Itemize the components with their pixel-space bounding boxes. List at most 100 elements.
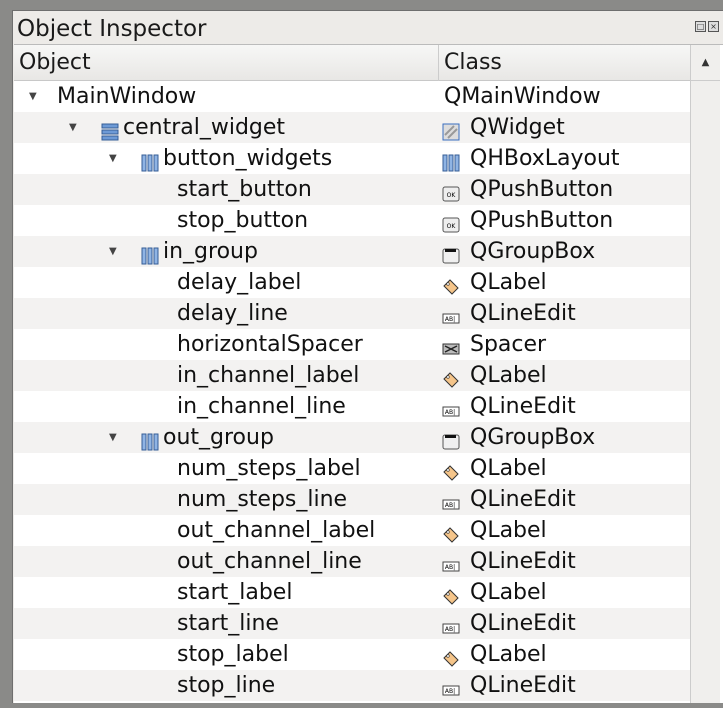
spacer-icon xyxy=(442,336,460,355)
object-tree: Object Class ▼ MainWindow QMainWindow ▼ cent… xyxy=(14,44,723,703)
tree-row[interactable]: stop_button OK QPushButton xyxy=(14,205,690,236)
label-icon xyxy=(442,584,460,605)
tree-row[interactable]: out_channel_label QLabel xyxy=(14,515,690,546)
tree-rows: ▼ MainWindow QMainWindow ▼ central_widget QWi… xyxy=(14,81,690,701)
line-edit-icon: AB| xyxy=(442,615,460,634)
class-name: QLabel xyxy=(470,642,547,667)
tree-row[interactable]: in_channel_line AB| QLineEdit xyxy=(14,391,690,422)
hbox-layout-icon xyxy=(141,243,159,265)
object-name: stop_line xyxy=(177,673,276,698)
class-name: QLineEdit xyxy=(470,549,576,574)
tree-row[interactable]: num_steps_label QLabel xyxy=(14,453,690,484)
line-edit-icon: AB| xyxy=(442,398,460,417)
tree-row[interactable]: horizontalSpacer Spacer xyxy=(14,329,690,360)
label-icon xyxy=(442,460,460,481)
label-icon xyxy=(442,274,460,295)
group-box-icon xyxy=(442,243,460,264)
object-name: delay_label xyxy=(177,270,302,295)
tree-row[interactable]: start_button OK QPushButton xyxy=(14,174,690,205)
vertical-scrollbar[interactable]: ▲ xyxy=(690,45,720,703)
tree-row[interactable]: ▼ out_group QGroupBox xyxy=(14,422,690,453)
class-name: QLabel xyxy=(470,363,547,388)
tree-row[interactable]: start_label QLabel xyxy=(14,577,690,608)
push-button-icon: OK xyxy=(442,181,460,202)
scroll-up-arrow-icon[interactable]: ▲ xyxy=(691,45,720,81)
class-name: QLineEdit xyxy=(470,673,576,698)
object-name: delay_line xyxy=(177,301,288,326)
svg-text:OK: OK xyxy=(447,223,457,230)
class-name: QMainWindow xyxy=(444,84,601,109)
column-header-class[interactable]: Class xyxy=(438,45,690,81)
class-name: QPushButton xyxy=(470,177,614,202)
tree-row[interactable]: stop_label QLabel xyxy=(14,639,690,670)
class-name: QLineEdit xyxy=(470,487,576,512)
line-edit-icon: AB| xyxy=(442,491,460,510)
tree-row[interactable]: stop_line AB| QLineEdit xyxy=(14,670,690,701)
hbox-layout-icon xyxy=(141,429,159,451)
hbox-layout-icon xyxy=(442,150,460,172)
line-edit-icon: AB| xyxy=(442,305,460,324)
tree-row[interactable]: delay_line AB| QLineEdit xyxy=(14,298,690,329)
object-name: stop_button xyxy=(177,208,309,233)
label-icon xyxy=(442,646,460,667)
object-name: out_channel_line xyxy=(177,549,362,574)
object-name: central_widget xyxy=(123,115,286,140)
class-name: QLineEdit xyxy=(470,394,576,419)
expand-arrow-icon[interactable]: ▼ xyxy=(109,422,117,453)
tree-row[interactable]: ▼ MainWindow QMainWindow xyxy=(14,81,690,112)
tree-row[interactable]: ▼ button_widgets QHBoxLayout xyxy=(14,143,690,174)
vbox-layout-icon xyxy=(101,119,119,141)
class-name: QLabel xyxy=(470,270,547,295)
object-name: MainWindow xyxy=(57,84,197,109)
expand-arrow-icon[interactable]: ▼ xyxy=(109,236,117,267)
class-name: QLineEdit xyxy=(470,301,576,326)
line-edit-icon: AB| xyxy=(442,553,460,572)
svg-text:AB|: AB| xyxy=(445,688,455,695)
widget-icon xyxy=(442,119,460,141)
push-button-icon: OK xyxy=(442,212,460,233)
svg-text:AB|: AB| xyxy=(445,626,455,633)
panel-title: Object Inspector xyxy=(17,16,207,42)
object-name: start_button xyxy=(177,177,312,202)
class-name: QGroupBox xyxy=(470,239,596,264)
class-name: QWidget xyxy=(470,115,565,140)
svg-text:AB|: AB| xyxy=(445,316,455,323)
svg-text:AB|: AB| xyxy=(445,564,455,571)
tree-row[interactable]: start_line AB| QLineEdit xyxy=(14,608,690,639)
object-name: out_channel_label xyxy=(177,518,376,543)
tree-row[interactable]: num_steps_line AB| QLineEdit xyxy=(14,484,690,515)
column-header-object[interactable]: Object xyxy=(19,45,91,81)
object-name: stop_label xyxy=(177,642,289,667)
object-name: horizontalSpacer xyxy=(177,332,363,357)
tree-row[interactable]: ▼ central_widget QWidget xyxy=(14,112,690,143)
tree-row[interactable]: out_channel_line AB| QLineEdit xyxy=(14,546,690,577)
object-name: start_label xyxy=(177,580,293,605)
line-edit-icon: AB| xyxy=(442,677,460,696)
object-inspector-panel: Object Inspector □ × Object Class ▼ MainW… xyxy=(12,10,723,703)
class-name: QLabel xyxy=(470,518,547,543)
tree-row[interactable]: ▼ in_group QGroupBox xyxy=(14,236,690,267)
tree-row[interactable]: in_channel_label QLabel xyxy=(14,360,690,391)
object-name: in_channel_line xyxy=(177,394,346,419)
object-name: button_widgets xyxy=(163,146,333,171)
close-button[interactable]: × xyxy=(708,21,719,32)
class-name: QGroupBox xyxy=(470,425,596,450)
expand-arrow-icon[interactable]: ▼ xyxy=(69,112,77,143)
label-icon xyxy=(442,367,460,388)
class-name: QHBoxLayout xyxy=(470,146,620,171)
expand-arrow-icon[interactable]: ▼ xyxy=(109,143,117,174)
object-name: in_channel_label xyxy=(177,363,360,388)
hbox-layout-icon xyxy=(141,150,159,172)
class-name: QLabel xyxy=(470,456,547,481)
object-name: in_group xyxy=(163,239,258,264)
class-name: Spacer xyxy=(470,332,547,357)
label-icon xyxy=(442,522,460,543)
svg-text:AB|: AB| xyxy=(445,502,455,509)
class-name: QPushButton xyxy=(470,208,614,233)
object-name: num_steps_line xyxy=(177,487,348,512)
svg-text:OK: OK xyxy=(447,192,457,199)
expand-arrow-icon[interactable]: ▼ xyxy=(29,81,37,112)
float-button[interactable]: □ xyxy=(695,21,706,32)
tree-row[interactable]: delay_label QLabel xyxy=(14,267,690,298)
object-name: num_steps_label xyxy=(177,456,361,481)
